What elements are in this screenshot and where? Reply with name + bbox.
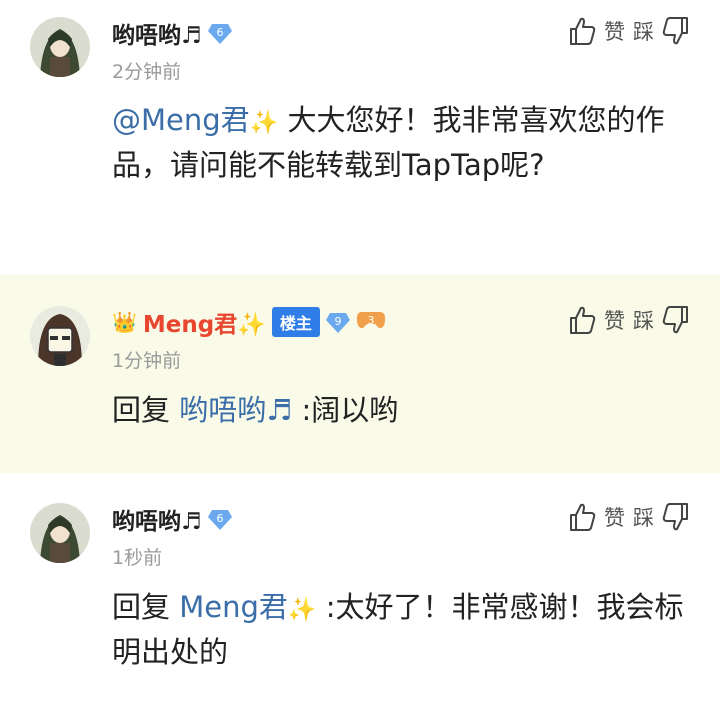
- mention-link[interactable]: 哟唔哟♬: [179, 393, 292, 427]
- dislike-button[interactable]: 踩: [633, 502, 690, 532]
- comment-item: 哟唔哟♬ 6 2分钟前 @Meng君✨ 大大您好！我非常喜欢您的作品，请问能不能…: [0, 0, 720, 275]
- comment-actions: 赞 踩: [568, 502, 690, 532]
- mention-link[interactable]: @Meng君✨: [112, 103, 278, 137]
- comment-actions: 赞 踩: [568, 305, 690, 335]
- level-badge-icon: 6: [207, 22, 232, 44]
- avatar[interactable]: [30, 17, 90, 77]
- game-level-number: 3: [367, 314, 374, 327]
- like-button[interactable]: 赞: [568, 502, 633, 532]
- timestamp: 1分钟前: [112, 350, 182, 372]
- level-badge-icon: 9: [325, 311, 350, 333]
- comment-text: 回复 Meng君✨ :太好了！非常感谢！我会标明出处的: [112, 586, 697, 673]
- user-info: 👑 Meng君✨ 楼主 9 3: [112, 305, 386, 339]
- thumb-down-icon: [662, 17, 688, 45]
- sparkle-icon: ✨: [237, 312, 266, 338]
- mention-link[interactable]: Meng君✨: [179, 590, 316, 624]
- thumb-down-icon: [662, 306, 688, 334]
- user-info: 哟唔哟♬ 6: [112, 16, 232, 50]
- level-number: 6: [216, 512, 223, 525]
- level-badge-icon: 6: [207, 508, 232, 530]
- thumb-down-icon: [662, 503, 688, 531]
- like-button[interactable]: 赞: [568, 305, 633, 335]
- avatar[interactable]: [30, 503, 90, 563]
- reply-prefix: 回复: [112, 590, 171, 624]
- like-label: 赞: [604, 506, 625, 530]
- thumb-up-icon: [570, 306, 596, 334]
- username[interactable]: Meng君✨: [143, 305, 266, 339]
- like-button[interactable]: 赞: [568, 16, 633, 46]
- owner-tag: 楼主: [271, 307, 320, 337]
- username[interactable]: 哟唔哟♬: [112, 502, 202, 536]
- sparkle-icon: ✨: [287, 597, 317, 623]
- like-label: 赞: [604, 20, 625, 44]
- username[interactable]: 哟唔哟♬: [112, 16, 202, 50]
- level-number: 9: [334, 315, 341, 328]
- thumb-up-icon: [570, 17, 596, 45]
- level-number: 6: [216, 26, 223, 39]
- thumb-up-icon: [570, 503, 596, 531]
- crown-icon: 👑: [112, 310, 137, 334]
- avatar[interactable]: [30, 306, 90, 366]
- sparkle-icon: ✨: [249, 110, 279, 136]
- dislike-button[interactable]: 踩: [633, 16, 690, 46]
- reply-prefix: 回复: [112, 393, 171, 427]
- dislike-label: 踩: [633, 20, 654, 44]
- dislike-label: 踩: [633, 309, 654, 333]
- reply-item: 👑 Meng君✨ 楼主 9 3 1分钟前 回复 哟唔哟♬ :阔以哟 赞 踩: [0, 275, 720, 473]
- comment-text: 回复 哟唔哟♬ :阔以哟: [112, 389, 697, 431]
- dislike-button[interactable]: 踩: [633, 305, 690, 335]
- gamepad-badge-icon: 3: [356, 309, 386, 335]
- timestamp: 2分钟前: [112, 61, 182, 83]
- comment-actions: 赞 踩: [568, 16, 690, 46]
- dislike-label: 踩: [633, 506, 654, 530]
- comment-body: :阔以哟: [301, 393, 399, 427]
- comment-text: @Meng君✨ 大大您好！我非常喜欢您的作品，请问能不能转载到TapTap呢?: [112, 99, 697, 186]
- timestamp: 1秒前: [112, 547, 163, 569]
- user-info: 哟唔哟♬ 6: [112, 502, 232, 536]
- like-label: 赞: [604, 309, 625, 333]
- reply-item: 哟唔哟♬ 6 1秒前 回复 Meng君✨ :太好了！非常感谢！我会标明出处的 赞…: [0, 473, 720, 710]
